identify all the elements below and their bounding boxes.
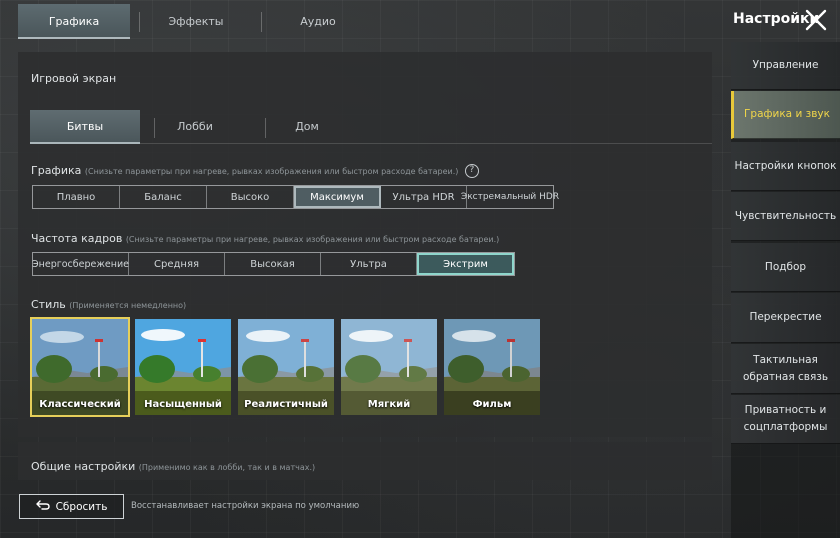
frame-option-high[interactable]: Высокая	[225, 253, 321, 275]
general-settings-note: (Применимо как в лобби, так и в матчах.)	[138, 463, 316, 472]
frame-option-ultra[interactable]: Ультра	[321, 253, 417, 275]
sidebar-item-privacy[interactable]: Приватность и соцплатформы	[731, 395, 840, 444]
graphics-option-smooth[interactable]: Плавно	[33, 186, 120, 208]
general-settings-panel[interactable]: Общие настройки (Применимо как в лобби, …	[18, 442, 712, 480]
help-icon[interactable]: ?	[464, 164, 479, 178]
style-label: Стиль	[31, 298, 66, 311]
general-settings-row: Общие настройки (Применимо как в лобби, …	[31, 460, 315, 473]
frame-rate-selector: Энергосбережение Средняя Высокая Ультра …	[32, 252, 515, 276]
sidebar-item-label: Подбор	[764, 260, 807, 273]
style-option-saturated[interactable]: Насыщенный	[135, 319, 231, 415]
graphics-label-row: Графика (Снизьте параметры при нагреве, …	[31, 164, 479, 178]
style-option-soft[interactable]: Мягкий	[341, 319, 437, 415]
frame-option-extreme[interactable]: Экстрим	[417, 253, 514, 275]
style-label-film: Фильм	[472, 399, 512, 410]
sidebar-item-label: Приватность и соцплатформы	[743, 404, 828, 433]
undo-icon	[35, 500, 50, 513]
style-label-soft: Мягкий	[367, 399, 411, 410]
graphics-option-high[interactable]: Высоко	[207, 186, 294, 208]
sidebar-item-label: Настройки кнопок	[734, 159, 837, 172]
graphics-label: Графика	[31, 164, 82, 177]
sidebar-item-haptic-feedback[interactable]: Тактильная обратная связь	[731, 344, 840, 394]
sidebar-item-label: Графика и звук	[744, 108, 830, 120]
tab-graphics[interactable]: Графика	[18, 4, 140, 39]
sidebar-item-label: Управление	[752, 59, 819, 71]
settings-sidebar: Управление Графика и звук Настройки кноп…	[731, 42, 840, 538]
mode-sub-tabs: Битвы Лобби Дом	[30, 110, 712, 144]
style-option-classic[interactable]: Классический	[30, 317, 130, 417]
graphics-note: (Снизьте параметры при нагреве, рывках и…	[84, 167, 459, 176]
top-tabs: Графика Эффекты Аудио	[18, 4, 374, 39]
sidebar-item-graphics-sound[interactable]: Графика и звук	[731, 91, 840, 139]
general-settings-label: Общие настройки	[31, 460, 136, 473]
close-icon[interactable]	[804, 8, 828, 32]
sidebar-item-label: Тактильная обратная связь	[742, 353, 829, 383]
sidebar-item-crosshair[interactable]: Перекрестие	[731, 293, 840, 343]
graphics-option-ultra-hdr[interactable]: Ультра HDR	[381, 186, 467, 208]
sidebar-item-button-settings[interactable]: Настройки кнопок	[731, 142, 840, 191]
game-screen-panel: Игровой экран Битвы Лобби Дом Графика (С…	[18, 52, 712, 437]
style-note: (Применяется немедленно)	[69, 301, 187, 310]
style-label-realistic: Реалистичный	[244, 399, 328, 410]
graphics-quality-selector: Плавно Баланс Высоко Максимум Ультра HDR…	[32, 185, 559, 209]
tab-home[interactable]: Дом	[252, 110, 362, 144]
sidebar-item-matchmaking[interactable]: Подбор	[731, 243, 840, 292]
tab-audio[interactable]: Аудио	[262, 4, 374, 39]
graphics-option-max[interactable]: Максимум	[294, 186, 381, 208]
reset-button[interactable]: Сбросить	[19, 494, 124, 519]
game-screen-title: Игровой экран	[31, 72, 117, 85]
graphics-option-balanced[interactable]: Баланс	[120, 186, 207, 208]
tab-lobby[interactable]: Лобби	[140, 110, 250, 144]
frame-rate-label-row: Частота кадров (Снизьте параметры при на…	[31, 232, 499, 245]
frame-rate-label: Частота кадров	[31, 232, 123, 245]
reset-button-label: Сбросить	[55, 500, 108, 513]
tab-battles[interactable]: Битвы	[30, 110, 140, 144]
style-label-saturated: Насыщенный	[144, 399, 222, 410]
style-option-realistic[interactable]: Реалистичный	[238, 319, 334, 415]
frame-rate-note: (Снизьте параметры при нагреве, рывках и…	[125, 235, 500, 244]
graphics-option-extreme-hdr[interactable]: Экстремальный HDR	[461, 186, 559, 208]
tab-effects[interactable]: Эффекты	[140, 4, 262, 39]
style-option-film[interactable]: Фильм	[444, 319, 540, 415]
frame-option-power-saving[interactable]: Энергосбережение	[32, 253, 129, 275]
style-label-classic: Классический	[39, 399, 121, 410]
sidebar-item-label: Перекрестие	[749, 311, 822, 323]
sidebar-item-controls[interactable]: Управление	[731, 42, 840, 90]
sidebar-item-label: Чувствительность	[734, 209, 837, 222]
frame-option-medium[interactable]: Средняя	[129, 253, 225, 275]
style-label-row: Стиль (Применяется немедленно)	[31, 298, 186, 311]
sidebar-item-sensitivity[interactable]: Чувствительность	[731, 192, 840, 241]
reset-description: Восстанавливает настройки экрана по умол…	[131, 501, 360, 511]
